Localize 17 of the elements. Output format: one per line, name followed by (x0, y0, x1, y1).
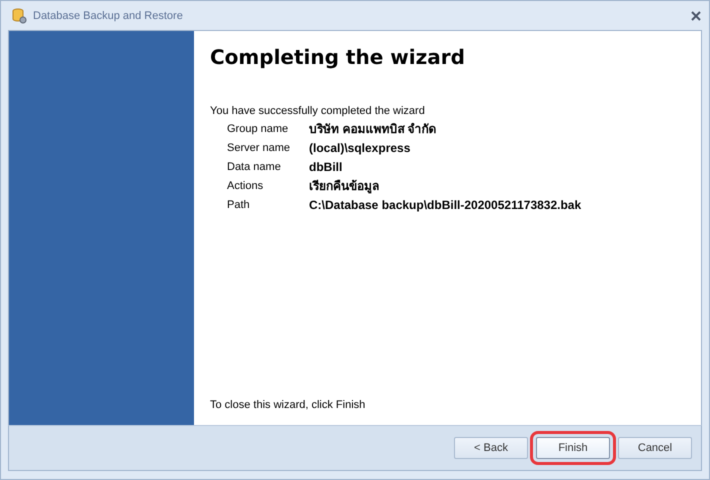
field-label: Path (227, 198, 251, 213)
field-label: Actions (227, 179, 264, 194)
field-value: dbBill (309, 160, 344, 175)
intro-text: You have successfully completed the wizard (210, 105, 426, 117)
field-value: (local)\sqlexpress (309, 141, 412, 156)
wizard-button[interactable]: Cancel (618, 437, 692, 459)
field-value: เรียกคืนข้อมูล (309, 179, 380, 194)
close-icon[interactable] (691, 10, 701, 20)
field-label: Data name (227, 160, 282, 175)
field-value: บริษัท คอมแพทบิส จำกัด (309, 122, 438, 137)
wizard-button[interactable]: < Back (454, 437, 528, 459)
field-label: Group name (227, 122, 290, 137)
window-title: Database Backup and Restore (33, 10, 184, 22)
field-label: Server name (227, 141, 291, 156)
wizard-heading: Completing the wizard (210, 45, 466, 69)
field-value: C:\Database backup\dbBill-20200521173832.bak (309, 198, 582, 213)
finish-hint: To close this wizard, click Finish (210, 399, 366, 411)
